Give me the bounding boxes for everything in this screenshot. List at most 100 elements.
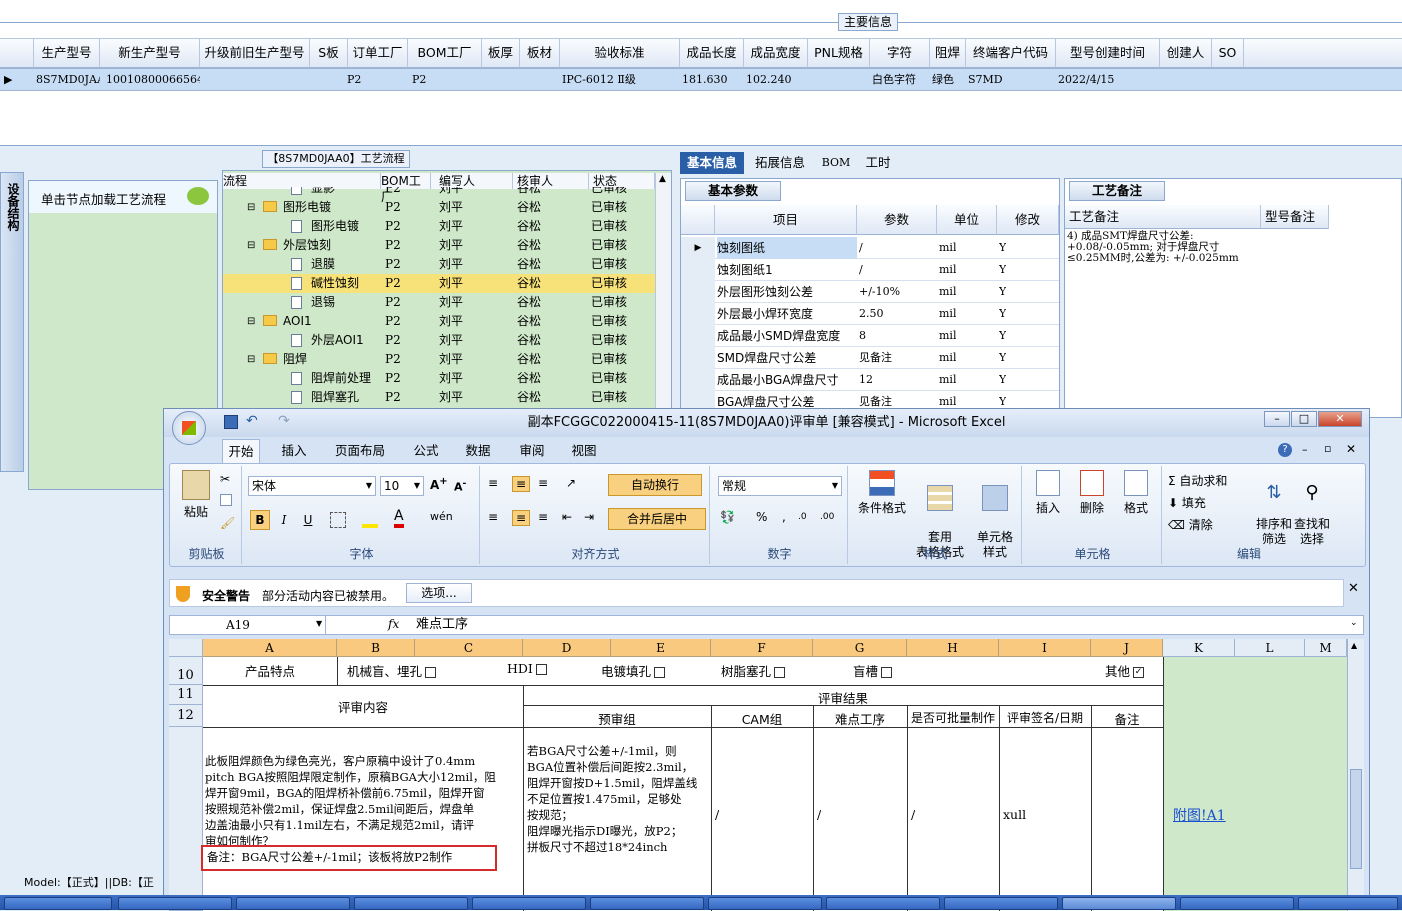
undo-icon[interactable]: ↶ [246, 413, 258, 429]
font-name-select[interactable]: 宋体 ▼ [248, 476, 376, 496]
flow-row[interactable]: ⊟ 图形电镀 P2 刘平 谷松 已审核 [223, 198, 655, 217]
flow-row[interactable]: 退膜 P2 刘平 谷松 已审核 [223, 255, 655, 274]
security-close-icon[interactable]: ✕ [1348, 581, 1359, 596]
notes-header-model[interactable]: 型号备注 [1261, 205, 1329, 229]
checkbox[interactable] [425, 667, 437, 678]
conditional-format-button[interactable]: 条件格式 [854, 470, 910, 516]
review-content-header[interactable]: 评审内容 [203, 697, 523, 716]
ribbon-tab-home[interactable]: 开始 [222, 439, 260, 463]
format-cells-button[interactable]: 格式 [1116, 470, 1156, 516]
increase-indent-icon[interactable]: ⇥ [584, 510, 594, 524]
col-header-so[interactable]: SO [1212, 38, 1244, 68]
collapse-icon[interactable]: ⊟ [247, 312, 255, 331]
flow-row[interactable]: ⊟ 阻焊 P2 刘平 谷松 已审核 [223, 350, 655, 369]
cell-width[interactable]: 102.240 [744, 69, 808, 91]
review-note[interactable]: 备注：BGA尺寸公差+/-1mil；该板将放P2制作 [207, 849, 452, 865]
review-content-cell[interactable]: 此板阻焊颜色为绿色亮光，客户原稿中设计了0.4mm pitch BGA按照阻焊限… [205, 753, 523, 849]
flow-row[interactable]: ⊟ AOI1 P2 刘平 谷松 已审核 [223, 312, 655, 331]
name-box[interactable]: A19 [170, 616, 326, 634]
param-row[interactable]: 外层图形蚀刻公差 +/-10% mil Y [681, 281, 1059, 303]
flow-row[interactable]: 碱性蚀刻 P2 刘平 谷松 已审核 [223, 274, 655, 293]
decrease-indent-icon[interactable]: ⇤ [562, 510, 572, 524]
params-header-edit[interactable]: 修改 [997, 205, 1059, 235]
col-header-pnl[interactable]: PNL规格 [808, 38, 870, 68]
pre-review-cell[interactable]: 若BGA尺寸公差+/-1mil，则 BGA位置补偿后间距按2.3mil， 阻焊开… [527, 743, 711, 855]
tab-work-hours[interactable]: 工时 [860, 152, 896, 174]
maximize-button[interactable]: □ [1291, 411, 1317, 427]
param-row[interactable]: 蚀刻图纸1 / mil Y [681, 259, 1059, 281]
cell-prod-model[interactable]: 8S7MD0JAA0 [34, 69, 100, 91]
taskbar-item[interactable] [826, 897, 940, 910]
param-row[interactable]: 成品最小BGA焊盘尺寸 12 mil Y [681, 369, 1059, 391]
chevron-down-icon[interactable]: ▼ [316, 619, 322, 628]
taskbar-item[interactable] [1180, 897, 1294, 910]
cell-new-model[interactable]: 10010800066564 [104, 69, 200, 91]
font-size-select[interactable]: 10 ▼ [380, 476, 424, 496]
flow-row[interactable]: 图形电镀 P2 刘平 谷松 已审核 [223, 217, 655, 236]
cell-customer[interactable]: S7MD [966, 69, 1056, 91]
flow-row[interactable]: 阻焊塞孔 P2 刘平 谷松 已审核 [223, 388, 655, 407]
scrollbar-thumb[interactable] [1350, 769, 1362, 869]
col-header-i[interactable]: I [999, 639, 1091, 657]
param-row[interactable]: 外层最小焊环宽度 2.50 mil Y [681, 303, 1059, 325]
params-header-unit[interactable]: 单位 [937, 205, 997, 235]
device-structure-tab[interactable]: 设备结构 [0, 172, 24, 472]
cell-length[interactable]: 181.630 [680, 69, 744, 91]
align-bottom-icon[interactable]: ≡ [538, 476, 548, 490]
ribbon-tab-formulas[interactable]: 公式 [408, 439, 444, 463]
save-icon[interactable] [224, 415, 238, 429]
taskbar-item[interactable] [354, 897, 468, 910]
col-header-k[interactable]: K [1163, 639, 1235, 657]
taskbar-item[interactable] [1298, 897, 1398, 910]
product-features-label[interactable]: 产品特点 [203, 661, 337, 680]
feature-blind-buried[interactable]: 机械盲、埋孔 [347, 661, 437, 680]
format-painter-icon[interactable]: 🖌 [220, 516, 235, 530]
taskbar-item-active[interactable] [1062, 897, 1176, 910]
select-all-corner[interactable] [169, 639, 203, 657]
scroll-up-icon[interactable]: ▲ [659, 174, 666, 184]
worksheet[interactable]: A B C D E F G H I J K L M ▲ 10 11 12 13 [169, 639, 1364, 911]
col-header-old-model[interactable]: 升级前旧生产型号 [200, 38, 310, 68]
row-header-11[interactable]: 11 [169, 685, 203, 705]
cut-icon[interactable]: ✂ [220, 472, 230, 486]
col-header-material[interactable]: 板材 [520, 38, 560, 68]
row-header-10[interactable]: 10 [169, 657, 203, 685]
cam-header[interactable]: CAM组 [711, 709, 813, 728]
col-header-g[interactable]: G [813, 639, 907, 657]
shrink-font-icon[interactable]: A- [454, 478, 466, 494]
col-header-e[interactable]: E [611, 639, 711, 657]
attachment-link[interactable]: 附图!A1 [1173, 805, 1226, 825]
taskbar-item[interactable] [944, 897, 1058, 910]
align-top-icon[interactable]: ≡ [488, 476, 498, 490]
col-header-length[interactable]: 成品长度 [680, 38, 744, 68]
tab-basic-info[interactable]: 基本信息 [680, 152, 744, 174]
row-header-13[interactable]: 13 [169, 727, 203, 911]
expand-formula-icon[interactable]: ⌄ [1350, 618, 1358, 628]
param-row[interactable]: 成品最小SMD焊盘宽度 8 mil Y [681, 325, 1059, 347]
col-header-char[interactable]: 字符 [870, 38, 930, 68]
delete-cells-button[interactable]: 删除 [1072, 470, 1112, 516]
col-header-d[interactable]: D [523, 639, 611, 657]
ribbon-minimize-icon[interactable]: – [1302, 443, 1308, 456]
wrap-text-button[interactable]: 自动换行 [608, 474, 702, 496]
taskbar-item[interactable] [472, 897, 586, 910]
collapse-icon[interactable]: ⊟ [247, 350, 255, 369]
flow-row[interactable]: 外层AOI1 P2 刘平 谷松 已审核 [223, 331, 655, 350]
find-select-button[interactable]: ⚲ 查找和 选择 [1294, 470, 1330, 547]
number-format-select[interactable]: 常规 ▼ [718, 476, 842, 496]
autosum-button[interactable]: Σ 自动求和 [1168, 472, 1227, 489]
sort-filter-button[interactable]: ⇅ 排序和 筛选 [1256, 470, 1292, 547]
checkbox-checked[interactable]: ✓ [1133, 667, 1145, 678]
flow-row[interactable]: 退锡 P2 刘平 谷松 已审核 [223, 293, 655, 312]
clear-button[interactable]: ⌫ 清除 [1168, 516, 1213, 533]
col-header-prod-model[interactable]: 生产型号 [34, 38, 100, 68]
cell-created[interactable]: 2022/4/15 [1056, 69, 1160, 91]
decrease-decimal-icon[interactable]: .00 [820, 512, 834, 522]
feature-other[interactable]: 其他 ✓ [1105, 661, 1145, 680]
fill-button[interactable]: ⬇ 填充 [1168, 494, 1206, 511]
sign-date-header[interactable]: 评审签名/日期 [999, 709, 1091, 726]
ribbon-tab-layout[interactable]: 页面布局 [330, 439, 390, 463]
checkbox[interactable] [654, 667, 666, 678]
comma-icon[interactable]: , [782, 510, 786, 524]
paste-button[interactable]: 粘贴 [178, 470, 214, 520]
